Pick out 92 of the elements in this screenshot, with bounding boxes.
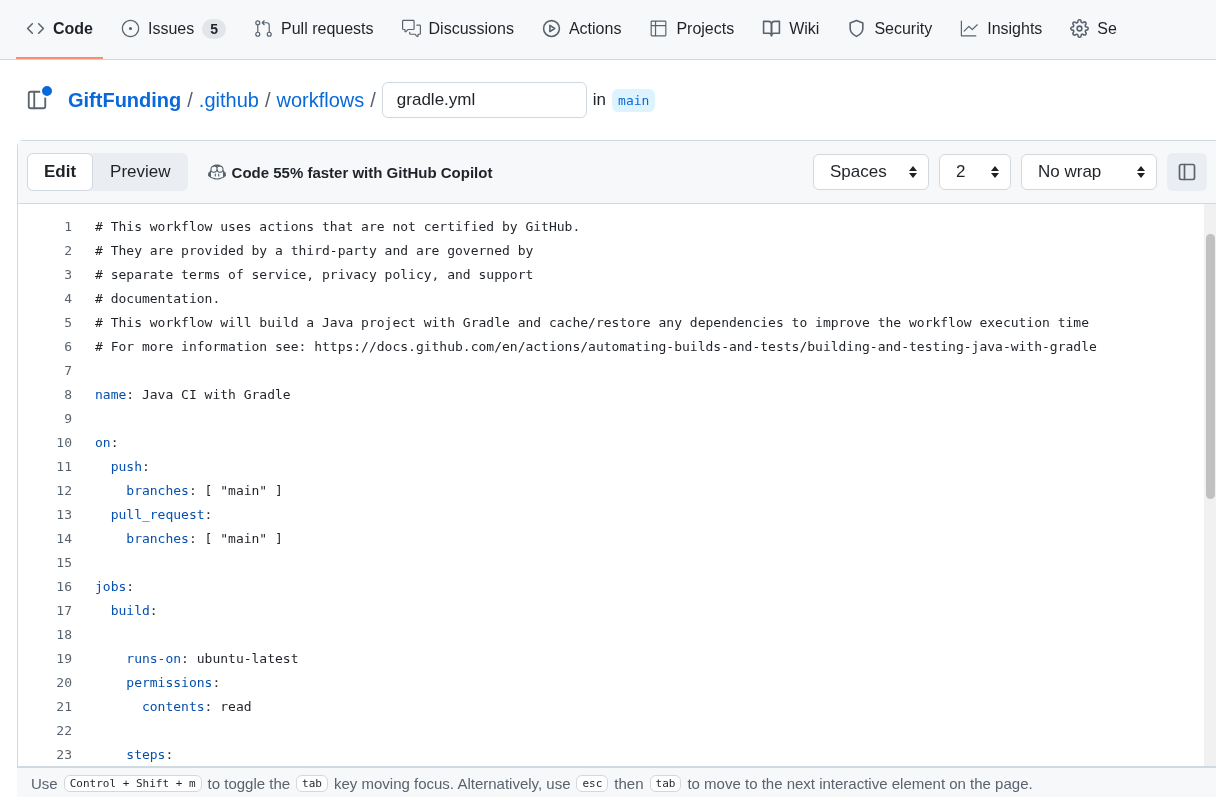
repo-tab[interactable]: Pull requests <box>244 0 384 59</box>
repo-tab[interactable]: Projects <box>639 0 745 59</box>
code-line: # This workflow will build a Java project with Gradle and cache/restore any dependencies to improve the workflow execution time <box>95 314 1089 330</box>
code-line: pull_request: <box>109 506 213 522</box>
help-text: to move to the next interactive element on the page. <box>687 774 1033 792</box>
line-number: 14 <box>55 530 73 546</box>
shield-icon <box>847 19 867 38</box>
path-separator: / <box>264 88 271 112</box>
line-number: 9 <box>63 410 73 426</box>
folder-link[interactable]: workflows <box>276 88 365 112</box>
branch-label[interactable]: main <box>612 88 656 112</box>
code-line: jobs: <box>95 578 135 594</box>
sort-icon <box>1136 165 1146 179</box>
line-number: 2 <box>63 242 73 258</box>
code-line: # separate terms of service, privacy policy, and support <box>95 266 534 282</box>
line-number: 19 <box>55 650 73 666</box>
code-line: # For more information see: https://docs.github.com/en/actions/automating-builds-and-tests/building-and-testing-java-with-gradle <box>95 338 1097 354</box>
keyboard-key: tab <box>296 774 328 792</box>
code-line: push: <box>109 458 150 474</box>
sort-icon <box>908 165 918 179</box>
select-menu[interactable]: Spaces <box>813 154 929 190</box>
code-line: # This workflow uses actions that are not certified by GitHub. <box>95 218 581 234</box>
help-text: to toggle the <box>207 774 291 792</box>
repo-tab[interactable]: Actions <box>531 0 632 59</box>
path-separator: / <box>370 88 376 112</box>
code-line: on: <box>95 434 119 450</box>
line-number: 8 <box>63 386 73 402</box>
code-line: name: Java CI with Gradle <box>95 386 291 402</box>
code-line: steps: <box>125 746 174 762</box>
line-number: 18 <box>55 626 73 642</box>
line-number: 22 <box>55 722 73 738</box>
repo-tab[interactable]: Discussions <box>391 0 524 59</box>
settings-icon <box>1070 19 1090 38</box>
line-number: 17 <box>55 602 73 618</box>
scrollbar[interactable] <box>1204 204 1216 766</box>
repo-tab[interactable]: Issues 5 <box>111 0 237 59</box>
code-line: # documentation. <box>95 290 221 306</box>
select-menu[interactable]: 2 <box>939 154 1011 190</box>
mode-tab[interactable]: Preview <box>93 153 188 191</box>
line-number: 3 <box>63 266 73 282</box>
code-line: branches: [ "main" ] <box>125 530 283 546</box>
copilot-icon <box>207 163 226 181</box>
repo-tab[interactable]: Se <box>1060 0 1127 59</box>
count-badge: 5 <box>202 18 227 39</box>
line-number: 1 <box>63 218 73 234</box>
keyboard-key: esc <box>576 774 609 792</box>
issue-icon <box>121 19 140 38</box>
pull-request-icon <box>254 19 274 38</box>
repo-tab[interactable]: Wiki <box>752 0 830 59</box>
mode-tab[interactable]: Edit <box>27 153 94 191</box>
filename-field[interactable]: gradle.yml <box>381 82 587 118</box>
sidebar-icon <box>1177 162 1197 182</box>
sidebar-toggle-button[interactable] <box>1167 153 1207 191</box>
discussion-icon <box>401 19 421 38</box>
keyboard-key: tab <box>649 774 682 792</box>
line-number: 21 <box>55 698 73 714</box>
sort-icon <box>990 165 1000 179</box>
line-number: 23 <box>55 746 73 762</box>
line-number: 5 <box>63 314 73 330</box>
select-menu[interactable]: No wrap <box>1021 154 1157 190</box>
code-line: contents: read <box>140 698 252 714</box>
graph-icon <box>960 19 980 38</box>
in-label: in <box>592 90 607 110</box>
repo-link[interactable]: GiftFunding <box>68 88 182 112</box>
code-line: branches: [ "main" ] <box>125 482 283 498</box>
repo-tab[interactable]: Security <box>837 0 943 59</box>
copilot-promo[interactable]: Code 55% faster with GitHub Copilot <box>207 163 493 181</box>
line-number: 4 <box>63 290 73 306</box>
book-icon <box>762 19 782 38</box>
line-number: 6 <box>63 338 73 354</box>
help-text: Use <box>31 774 58 792</box>
line-number: 16 <box>55 578 73 594</box>
line-number: 13 <box>55 506 73 522</box>
line-number: 20 <box>55 674 73 690</box>
repo-tab[interactable]: Insights <box>950 0 1053 59</box>
folder-link[interactable]: .github <box>198 88 259 112</box>
code-line: build: <box>109 602 158 618</box>
repo-tab[interactable]: Code <box>16 0 103 59</box>
help-text: then <box>614 774 644 792</box>
line-number: 10 <box>55 434 73 450</box>
help-text: key moving focus. Alternatively, use <box>334 774 571 792</box>
line-number: 11 <box>55 458 73 474</box>
path-separator: / <box>187 88 193 112</box>
play-icon <box>541 19 561 38</box>
table-icon <box>649 19 669 38</box>
code-line: permissions: <box>125 674 221 690</box>
code-line: runs-on: ubuntu-latest <box>125 650 299 666</box>
line-number: 12 <box>55 482 73 498</box>
code-line: # They are provided by a third-party and are governed by <box>95 242 534 258</box>
keyboard-key: Control + Shift + m <box>63 774 202 792</box>
line-number: 15 <box>55 554 73 570</box>
line-number: 7 <box>63 362 73 378</box>
